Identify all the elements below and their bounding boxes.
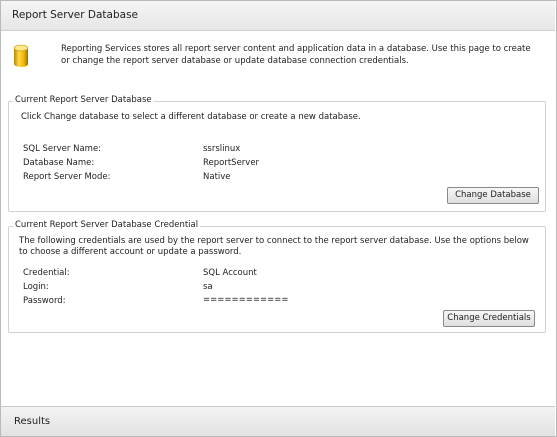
credential-label: Credential: xyxy=(23,268,70,278)
credential-value: SQL Account xyxy=(203,268,257,278)
change-database-button[interactable]: Change Database xyxy=(447,187,539,204)
results-panel-header[interactable]: Results xyxy=(1,406,555,436)
credential-group-description: The following credentials are used by th… xyxy=(19,236,529,257)
page-header: Report Server Database xyxy=(1,1,555,31)
change-credentials-button[interactable]: Change Credentials xyxy=(443,310,535,327)
results-title: Results xyxy=(14,416,51,427)
sql-server-name-label: SQL Server Name: xyxy=(23,144,102,154)
database-icon xyxy=(13,44,29,67)
sql-server-name-value: ssrslinux xyxy=(203,144,241,154)
login-value: sa xyxy=(203,282,213,292)
database-group-legend: Current Report Server Database xyxy=(13,95,154,105)
database-group-description: Click Change database to select a differ… xyxy=(21,112,361,122)
report-server-mode-value: Native xyxy=(203,172,231,182)
page-title: Report Server Database xyxy=(12,9,139,21)
database-name-value: ReportServer xyxy=(203,158,260,168)
intro-description: Reporting Services stores all report ser… xyxy=(61,44,531,66)
login-label: Login: xyxy=(23,282,49,292)
password-label: Password: xyxy=(23,296,66,306)
database-name-label: Database Name: xyxy=(23,158,95,168)
password-value: ============ xyxy=(203,295,289,305)
credential-group-legend: Current Report Server Database Credentia… xyxy=(13,220,201,230)
report-server-mode-label: Report Server Mode: xyxy=(23,172,111,182)
